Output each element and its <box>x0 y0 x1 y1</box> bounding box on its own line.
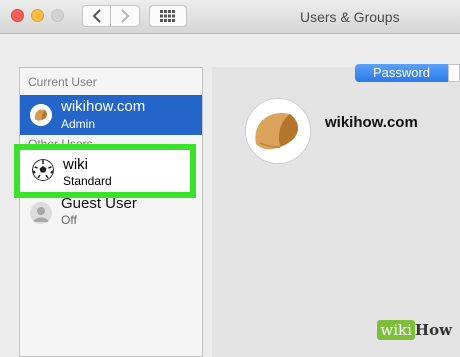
zoom-window-button[interactable] <box>51 9 64 22</box>
back-button[interactable] <box>82 5 111 27</box>
tab-password[interactable]: Password <box>355 64 448 82</box>
users-sidebar: Current User wikihow.com Admin Other Use… <box>19 67 203 357</box>
wiki-user-role: Standard <box>63 174 112 188</box>
selected-user-name: wikihow.com <box>325 114 418 131</box>
title-bar: Users & Groups <box>0 0 460 34</box>
guest-user-icon <box>30 202 52 224</box>
user-detail-pane <box>212 67 460 357</box>
show-all-button[interactable] <box>149 5 187 27</box>
forward-chevron-icon <box>121 9 130 23</box>
current-user-role: Admin <box>61 117 96 131</box>
window-title: Users & Groups <box>300 9 400 25</box>
wiki-user-name: wiki <box>63 156 88 173</box>
forward-button[interactable] <box>111 5 140 27</box>
user-row-guest[interactable]: Guest User Off <box>20 193 202 233</box>
minimize-window-button[interactable] <box>31 9 44 22</box>
wikihow-watermark: wiki How <box>377 320 452 340</box>
fortune-cookie-icon <box>30 104 52 126</box>
current-user-row[interactable]: wikihow.com Admin <box>20 95 202 135</box>
guest-user-role: Off <box>61 213 77 227</box>
fortune-cookie-icon <box>246 99 310 163</box>
current-user-name: wikihow.com <box>61 98 146 115</box>
tab-login-items[interactable] <box>448 64 460 82</box>
close-window-button[interactable] <box>11 9 24 22</box>
grid-icon <box>160 10 175 22</box>
current-user-header: Current User <box>28 75 97 89</box>
back-chevron-icon <box>92 9 101 23</box>
user-row-wiki[interactable]: wiki Standard <box>14 144 196 198</box>
user-picture[interactable] <box>245 98 311 164</box>
soccer-ball-icon <box>32 159 54 181</box>
